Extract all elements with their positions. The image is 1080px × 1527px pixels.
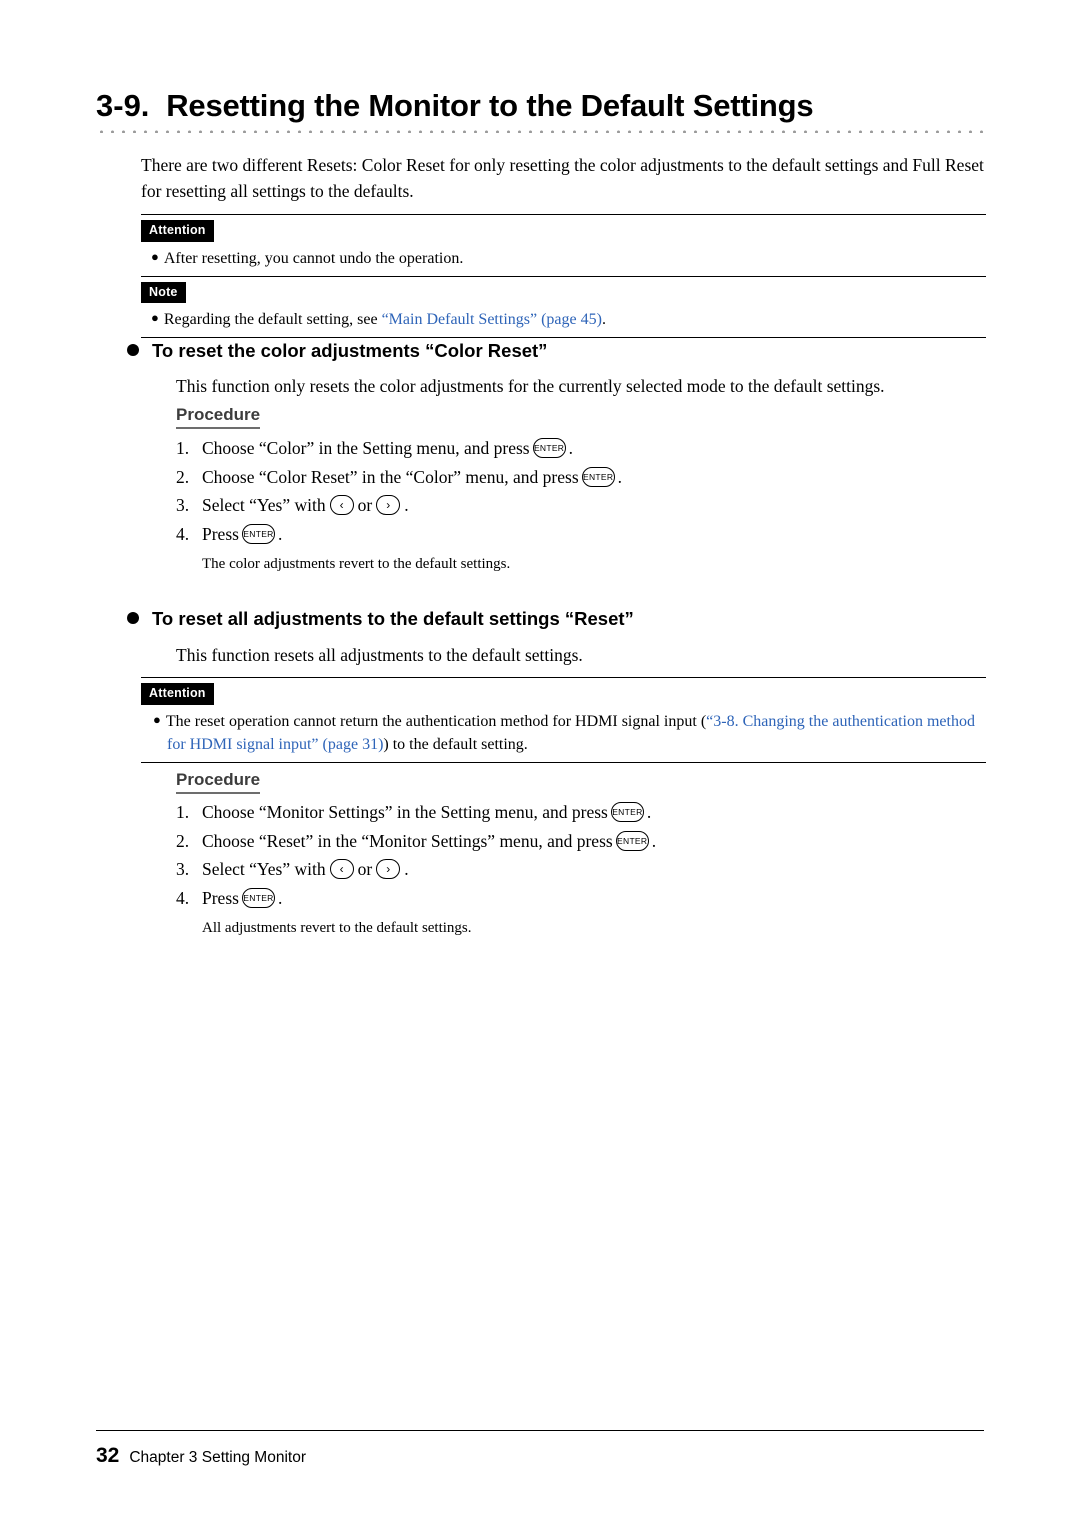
procedure-label-1: Procedure — [176, 405, 261, 429]
step-number: 1. — [176, 802, 190, 822]
enter-key-icon: ENTER — [532, 438, 566, 459]
intro-paragraph: There are two different Resets: Color Re… — [141, 155, 984, 201]
procedure-steps-2: 1. Choose “Monitor Settings” in the Sett… — [176, 798, 976, 939]
footer-rule — [96, 1430, 984, 1431]
attention-text-before: The reset operation cannot return the au… — [165, 712, 707, 730]
bullet-marker-icon — [127, 344, 139, 356]
step-text-end: . — [277, 887, 283, 908]
step-text-end: . — [404, 495, 409, 515]
attention-bullet: ● The reset operation cannot return the a… — [141, 708, 986, 756]
page-title-text: Resetting the Monitor to the Default Set… — [166, 88, 814, 123]
procedure-label-2: Procedure — [176, 770, 261, 794]
step-number: 4. — [176, 887, 190, 908]
step-text: Press — [202, 523, 239, 544]
section-heading-reset: To reset all adjustments to the default … — [127, 608, 634, 630]
section1-description: This function only resets the color adju… — [176, 376, 885, 396]
procedure-step: 3. Select “Yes” with ‹ or › . — [176, 855, 976, 884]
bullet-marker-icon — [127, 612, 139, 624]
note-tag: Note — [141, 281, 186, 303]
step-number: 3. — [176, 495, 190, 515]
page-footer: 32 Chapter 3 Setting Monitor — [96, 1444, 984, 1468]
attention-tag: Attention — [141, 220, 214, 242]
right-arrow-key-icon: › — [376, 859, 401, 880]
section-heading-color-reset-text: To reset the color adjustments “Color Re… — [152, 340, 548, 361]
note-text-before: Regarding the default setting, see — [163, 311, 382, 328]
procedure-step: 2. Choose “Reset” in the “Monitor Settin… — [176, 827, 976, 856]
step-text-end: . — [651, 830, 657, 851]
step-number: 2. — [176, 830, 190, 851]
procedure-steps-1: 1. Choose “Color” in the Setting menu, a… — [176, 434, 976, 575]
attention-text-after: ) to the default setting. — [383, 735, 528, 753]
step-text: Select “Yes” with — [202, 859, 326, 879]
enter-key-icon: ENTER — [615, 830, 649, 851]
step-text-end: . — [646, 802, 652, 822]
attention-bullet-text: After resetting, you cannot undo the ope… — [163, 249, 464, 267]
step-text-end: . — [404, 859, 409, 879]
bullet-dot-icon: ● — [153, 711, 161, 727]
page-title: 3-9. Resetting the Monitor to the Defaul… — [96, 88, 984, 124]
procedure-step: 2. Choose “Color Reset” in the “Color” m… — [176, 463, 976, 492]
step-number: 2. — [176, 466, 190, 487]
bullet-dot-icon: ● — [151, 248, 159, 264]
section-heading-reset-text: To reset all adjustments to the default … — [152, 608, 634, 629]
notice-block-section2: Attention ● The reset operation cannot re… — [141, 677, 986, 763]
procedure-step: 4. Press ENTER . — [176, 520, 976, 549]
notice-block-top: Attention ● After resetting, you cannot u… — [141, 214, 986, 338]
left-arrow-key-icon: ‹ — [329, 495, 354, 516]
step-text: Press — [202, 887, 239, 908]
enter-key-icon: ENTER — [241, 887, 275, 908]
footer-page-number: 32 — [96, 1444, 120, 1467]
step-text: Choose “Color” in the Setting menu, and … — [202, 438, 530, 458]
step-number: 1. — [176, 438, 190, 458]
left-arrow-key-icon: ‹ — [329, 859, 354, 880]
step-text: Choose “Reset” in the “Monitor Settings”… — [202, 830, 613, 851]
step-text: Choose “Color Reset” in the “Color” menu… — [202, 466, 579, 487]
document-page: 3-9. Resetting the Monitor to the Defaul… — [0, 0, 1080, 1527]
page-title-block: 3-9. Resetting the Monitor to the Defaul… — [96, 88, 984, 133]
attention-tag: Attention — [141, 683, 214, 705]
step-text: Select “Yes” with — [202, 495, 326, 515]
enter-key-icon: ENTER — [581, 466, 615, 487]
title-dotted-rule — [96, 128, 984, 133]
enter-key-icon: ENTER — [610, 802, 644, 823]
step-text: Choose “Monitor Settings” in the Setting… — [202, 802, 608, 822]
enter-key-icon: ENTER — [241, 523, 275, 544]
step-result-text: All adjustments revert to the default se… — [202, 920, 472, 936]
note-bullet: ● Regarding the default setting, see “Mai… — [141, 306, 986, 331]
step-text-mid: or — [357, 859, 373, 879]
step-text-end: . — [277, 523, 283, 544]
footer-chapter-text: Chapter 3 Setting Monitor — [129, 1449, 306, 1466]
step-number: 3. — [176, 859, 190, 879]
step-text-end: . — [617, 466, 623, 487]
note-cross-reference-link[interactable]: “Main Default Settings” (page 45) — [382, 311, 602, 328]
procedure-step: 1. Choose “Color” in the Setting menu, a… — [176, 434, 976, 463]
procedure-step: 4. Press ENTER . — [176, 884, 976, 913]
procedure-step: 1. Choose “Monitor Settings” in the Sett… — [176, 798, 976, 827]
bullet-dot-icon: ● — [151, 310, 159, 325]
step-text-end: . — [568, 438, 573, 458]
right-arrow-key-icon: › — [376, 495, 401, 516]
attention-bullet: ● After resetting, you cannot undo the op… — [141, 245, 986, 270]
step-result-text: The color adjustments revert to the defa… — [202, 556, 511, 572]
page-title-number: 3-9. — [96, 88, 150, 123]
section-heading-color-reset: To reset the color adjustments “Color Re… — [127, 340, 547, 362]
notice-divider — [141, 275, 986, 277]
step-number: 4. — [176, 523, 190, 544]
step-text-mid: or — [357, 495, 373, 515]
note-text-after: . — [601, 311, 606, 328]
procedure-step: 3. Select “Yes” with ‹ or › . — [176, 491, 976, 520]
section2-description: This function resets all adjustments to … — [176, 645, 583, 665]
